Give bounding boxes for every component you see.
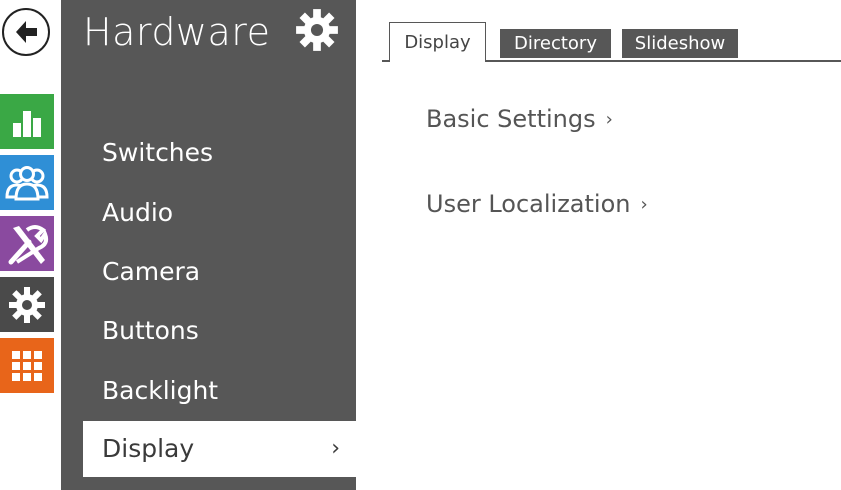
sidebar-title: Hardware: [83, 10, 271, 54]
sidebar-item-switches[interactable]: Switches: [83, 125, 356, 181]
gear-icon: [296, 9, 338, 51]
chevron-right-icon: ›: [640, 194, 648, 215]
tab-display[interactable]: Display: [389, 22, 486, 62]
chevron-right-icon: ›: [331, 436, 340, 461]
rail-system-button[interactable]: [0, 338, 54, 393]
sidebar-item-label: Display: [102, 434, 195, 463]
link-label: Basic Settings: [426, 105, 596, 133]
sidebar-item-camera[interactable]: Camera: [83, 244, 356, 300]
gear-icon: [9, 286, 45, 323]
rail-directory-button[interactable]: [0, 155, 54, 210]
sidebar-item-label: Buttons: [102, 316, 199, 345]
tab-slideshow[interactable]: Slideshow: [622, 29, 738, 58]
link-label: User Localization: [426, 190, 631, 218]
back-button[interactable]: [2, 8, 50, 56]
basic-settings-link[interactable]: Basic Settings ›: [426, 105, 613, 133]
sidebar-item-label: Switches: [102, 138, 214, 167]
tab-label: Slideshow: [634, 33, 726, 54]
sidebar-item-buttons[interactable]: Buttons: [83, 303, 356, 359]
sidebar-item-display[interactable]: Display ›: [83, 421, 356, 477]
users-icon: [5, 165, 49, 200]
tab-label: Display: [404, 32, 471, 53]
tab-directory[interactable]: Directory: [500, 29, 611, 58]
tab-label: Directory: [514, 33, 597, 54]
rail-status-button[interactable]: [0, 94, 54, 149]
sidebar-item-audio[interactable]: Audio: [83, 185, 356, 241]
sidebar: Hardware Switches Audio Camera Buttons B…: [61, 0, 356, 490]
tab-bar: Display Directory Slideshow: [382, 22, 841, 62]
app-rail: [0, 0, 54, 490]
chevron-right-icon: ›: [605, 109, 613, 130]
sidebar-item-label: Backlight: [102, 376, 219, 405]
sidebar-item-backlight[interactable]: Backlight: [83, 363, 356, 419]
grid-icon: [12, 350, 42, 381]
rail-hardware-button[interactable]: [0, 277, 54, 332]
sidebar-item-label: Camera: [102, 257, 201, 286]
bar-chart-icon: [13, 110, 41, 137]
sidebar-item-label: Audio: [102, 198, 174, 227]
user-localization-link[interactable]: User Localization ›: [426, 190, 648, 218]
arrow-left-icon: [16, 21, 37, 43]
rail-services-button[interactable]: [0, 216, 54, 271]
tools-icon: [8, 224, 49, 264]
